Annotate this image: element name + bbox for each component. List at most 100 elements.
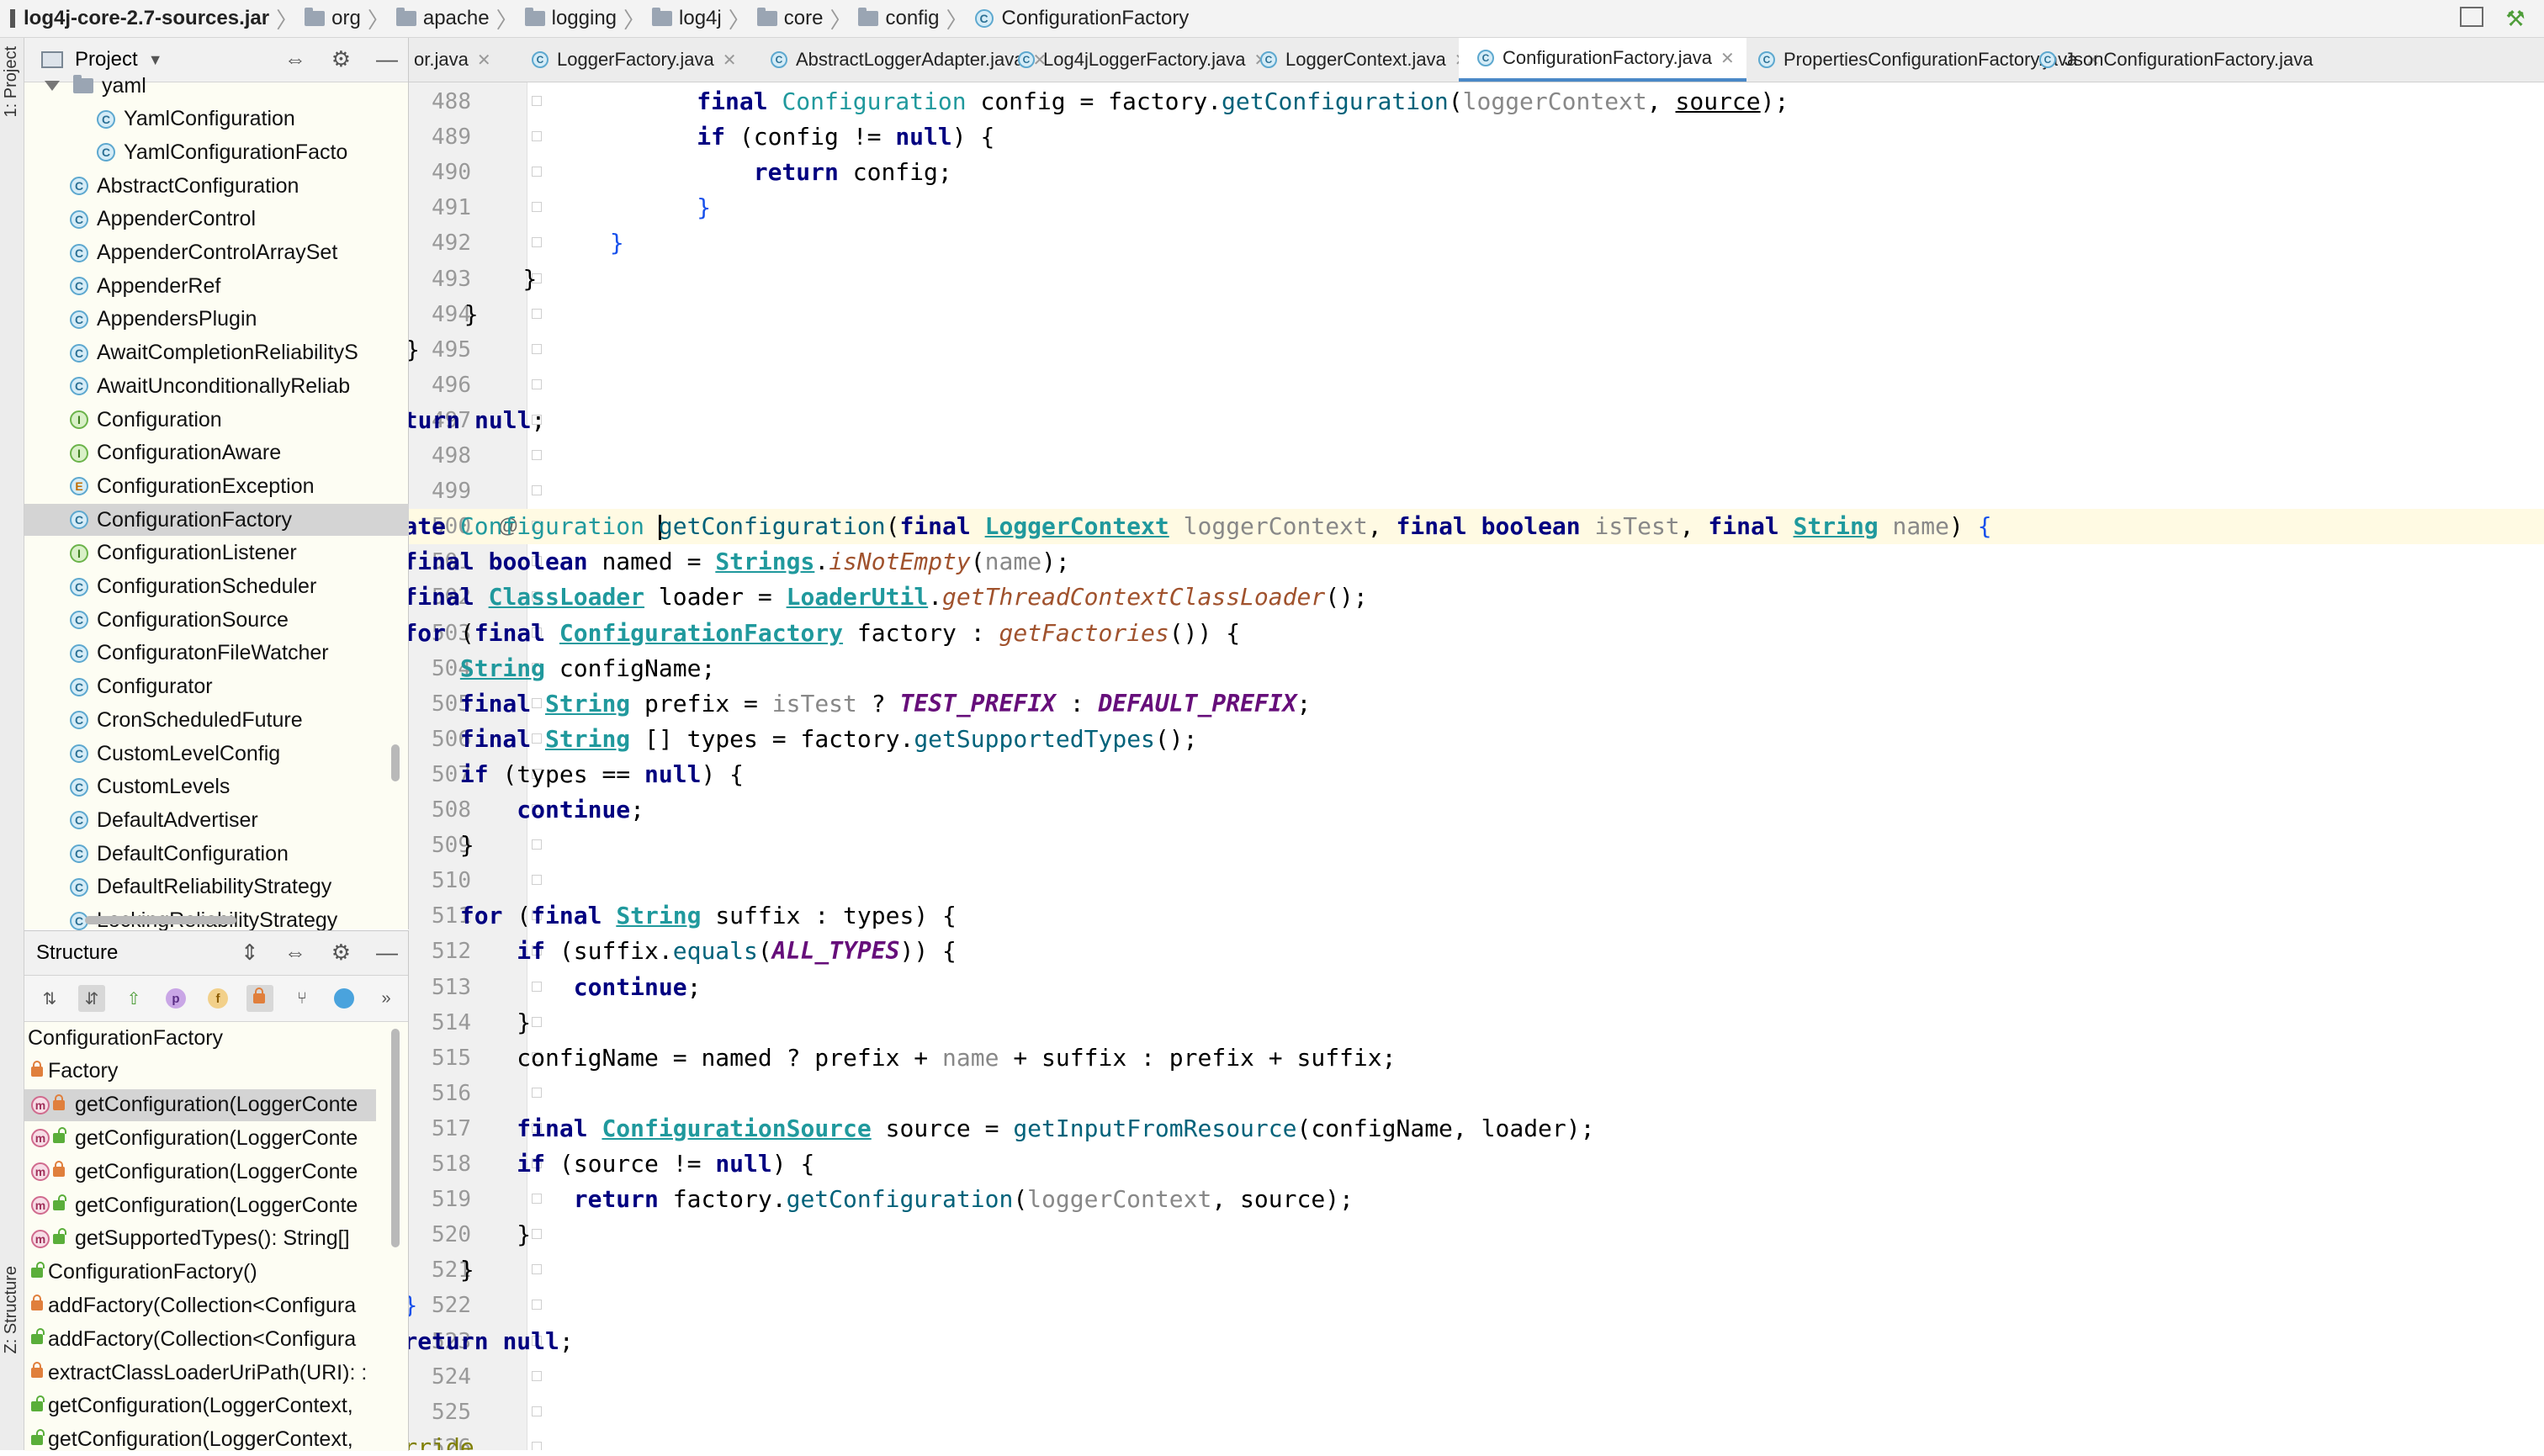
structure-item[interactable]: Factory: [24, 1056, 376, 1088]
project-horizontal-scrollbar[interactable]: [85, 916, 236, 924]
project-tree-item[interactable]: C ConfiguratonFileWatcher: [24, 638, 416, 670]
fold-marker-icon[interactable]: [532, 1300, 542, 1310]
structure-item[interactable]: m getSupportedTypes(): String[]: [24, 1223, 376, 1255]
chevron-down-icon[interactable]: [45, 81, 60, 91]
project-tree-item[interactable]: C CustomLevels: [24, 771, 416, 803]
structure-item[interactable]: addFactory(Collection<Configura: [24, 1323, 376, 1355]
fold-marker-icon[interactable]: [532, 485, 542, 496]
fold-marker-icon[interactable]: [532, 1441, 542, 1450]
show-lambdas-icon[interactable]: ⑂: [289, 985, 315, 1012]
project-tree-item[interactable]: I Configuration: [24, 404, 416, 436]
structure-vertical-scrollbar[interactable]: [391, 1029, 400, 1247]
structure-item[interactable]: getConfiguration(LoggerContext,: [24, 1424, 376, 1456]
show-inherited-icon[interactable]: ⇧: [120, 985, 147, 1012]
breadcrumb-item[interactable]: log4j-core-2.7-sources.jar: [0, 7, 269, 30]
structure-item[interactable]: m getConfiguration(LoggerConte: [24, 1156, 376, 1188]
gear-icon[interactable]: ⚙: [331, 940, 351, 966]
autoscroll-icon[interactable]: [331, 985, 358, 1012]
layout-icon[interactable]: [2460, 7, 2483, 27]
editor-tab[interactable]: C ConfigurationFactory.java ✕: [1459, 38, 1746, 82]
structure-item[interactable]: ConfigurationFactory(): [24, 1257, 376, 1289]
gear-icon[interactable]: ⚙: [331, 46, 351, 72]
editor-tab[interactable]: C LoggerFactory.java ✕: [513, 38, 748, 82]
fold-marker-icon[interactable]: [532, 1406, 542, 1416]
project-tree-item[interactable]: I ConfigurationListener: [24, 537, 416, 569]
project-tree-item[interactable]: E ConfigurationException: [24, 470, 416, 502]
hide-panel-icon[interactable]: —: [376, 46, 398, 72]
project-tree-item[interactable]: C DefaultConfiguration: [24, 838, 416, 870]
fold-marker-icon[interactable]: [532, 308, 542, 319]
show-properties-icon[interactable]: p: [162, 985, 189, 1012]
fold-marker-icon[interactable]: [532, 379, 542, 389]
project-tree-item[interactable]: C AwaitCompletionReliabilityS: [24, 337, 416, 369]
code-editor[interactable]: 488 final Configuration config = factory…: [409, 82, 2544, 1450]
breadcrumb-item[interactable]: org: [305, 7, 361, 30]
fold-marker-icon[interactable]: [532, 1264, 542, 1275]
project-view-selector[interactable]: Project: [75, 48, 138, 71]
breadcrumb-item[interactable]: C ConfigurationFactory: [974, 7, 1189, 30]
project-tool-tab[interactable]: 1: Project: [2, 46, 21, 117]
fold-marker-icon[interactable]: [532, 450, 542, 460]
project-tree-item[interactable]: C CronScheduledFuture: [24, 704, 416, 736]
editor-tab[interactable]: or.java ✕: [409, 38, 503, 82]
close-icon[interactable]: ✕: [1720, 48, 1735, 69]
show-non-public-icon[interactable]: [246, 985, 273, 1012]
close-icon[interactable]: ✕: [723, 50, 737, 71]
structure-tool-tab[interactable]: Z: Structure: [2, 1266, 21, 1353]
fold-marker-icon[interactable]: [532, 1087, 542, 1098]
fold-marker-icon[interactable]: [532, 1370, 542, 1381]
project-tree-item[interactable]: C AppenderControl: [24, 204, 416, 236]
structure-item[interactable]: ConfigurationFactory: [24, 1022, 376, 1054]
project-tree-item[interactable]: C YamlConfigurationFacto: [24, 136, 443, 168]
fold-marker-icon[interactable]: [532, 1016, 542, 1027]
chevron-down-icon[interactable]: ▼: [148, 51, 163, 69]
project-tree-item[interactable]: C CustomLevelConfig: [24, 738, 416, 770]
project-tree-item[interactable]: C ConfigurationScheduler: [24, 571, 416, 603]
breadcrumb-item[interactable]: logging: [524, 7, 617, 30]
sort-visibility-icon[interactable]: ⇅: [36, 985, 63, 1012]
breadcrumb-item[interactable]: config: [858, 7, 940, 30]
fold-marker-icon[interactable]: [532, 839, 542, 850]
project-vertical-scrollbar[interactable]: [391, 744, 400, 781]
project-tree-item[interactable]: C AwaitUnconditionallyReliab: [24, 370, 416, 402]
project-tree-item[interactable]: C AppenderRef: [24, 270, 416, 302]
structure-item[interactable]: getConfiguration(LoggerContext,: [24, 1390, 376, 1422]
structure-item[interactable]: extractClassLoaderUriPath(URI): :: [24, 1357, 376, 1389]
more-options-icon[interactable]: »: [373, 985, 400, 1012]
expand-all-icon[interactable]: ⇕: [241, 940, 259, 966]
fold-marker-icon[interactable]: [532, 343, 542, 354]
breadcrumb-item[interactable]: core: [756, 7, 823, 30]
project-tree-item[interactable]: C ConfigurationFactory: [24, 504, 416, 537]
structure-panel-header: Structure ⇕ ⇔ ⚙ —: [24, 931, 408, 976]
project-tree-item[interactable]: C AppendersPlugin: [24, 304, 416, 336]
collapse-all-icon[interactable]: ⇔: [284, 46, 306, 72]
collapse-all-icon[interactable]: ⇔: [284, 940, 306, 966]
project-tree-item[interactable]: C AbstractConfiguration: [24, 170, 416, 202]
project-tree-item[interactable]: C DefaultReliabilityStrategy: [24, 871, 416, 903]
show-fields-icon[interactable]: f: [204, 985, 231, 1012]
code-token: getConfiguration: [786, 1185, 1014, 1214]
project-tree-item[interactable]: yaml: [24, 70, 391, 102]
editor-tab[interactable]: CLog4jLoggerFactory.java✕: [999, 38, 1280, 82]
editor-tab[interactable]: CLoggerContext.java✕: [1242, 38, 1481, 82]
breadcrumb-item[interactable]: log4j: [652, 7, 722, 30]
project-tree-item[interactable]: C ConfigurationSource: [24, 604, 416, 636]
code-token: configName;: [545, 654, 716, 682]
project-tree-item[interactable]: C YamlConfiguration: [24, 103, 443, 135]
project-tree-item[interactable]: C AppenderControlArraySet: [24, 237, 416, 269]
build-hammer-icon[interactable]: ⚒: [2504, 7, 2527, 30]
sort-alpha-icon[interactable]: ⇵: [78, 985, 105, 1012]
close-icon[interactable]: ✕: [477, 50, 491, 71]
hide-panel-icon[interactable]: —: [376, 940, 398, 966]
breadcrumb-item[interactable]: apache: [395, 7, 490, 30]
structure-item[interactable]: m getConfiguration(LoggerConte: [24, 1122, 376, 1154]
structure-item[interactable]: m getConfiguration(LoggerConte: [24, 1088, 376, 1121]
project-tree-item[interactable]: C DefaultAdvertiser: [24, 804, 416, 836]
project-tree-item[interactable]: C Configurator: [24, 671, 416, 703]
structure-item[interactable]: addFactory(Collection<Configura: [24, 1289, 376, 1321]
fold-marker-icon[interactable]: [532, 1229, 542, 1240]
project-tree-item[interactable]: I ConfigurationAware: [24, 437, 416, 469]
structure-item[interactable]: m getConfiguration(LoggerConte: [24, 1189, 376, 1221]
fold-marker-icon[interactable]: [532, 875, 542, 886]
editor-tab[interactable]: C JsonConfigurationFactory.java: [2021, 38, 2325, 82]
